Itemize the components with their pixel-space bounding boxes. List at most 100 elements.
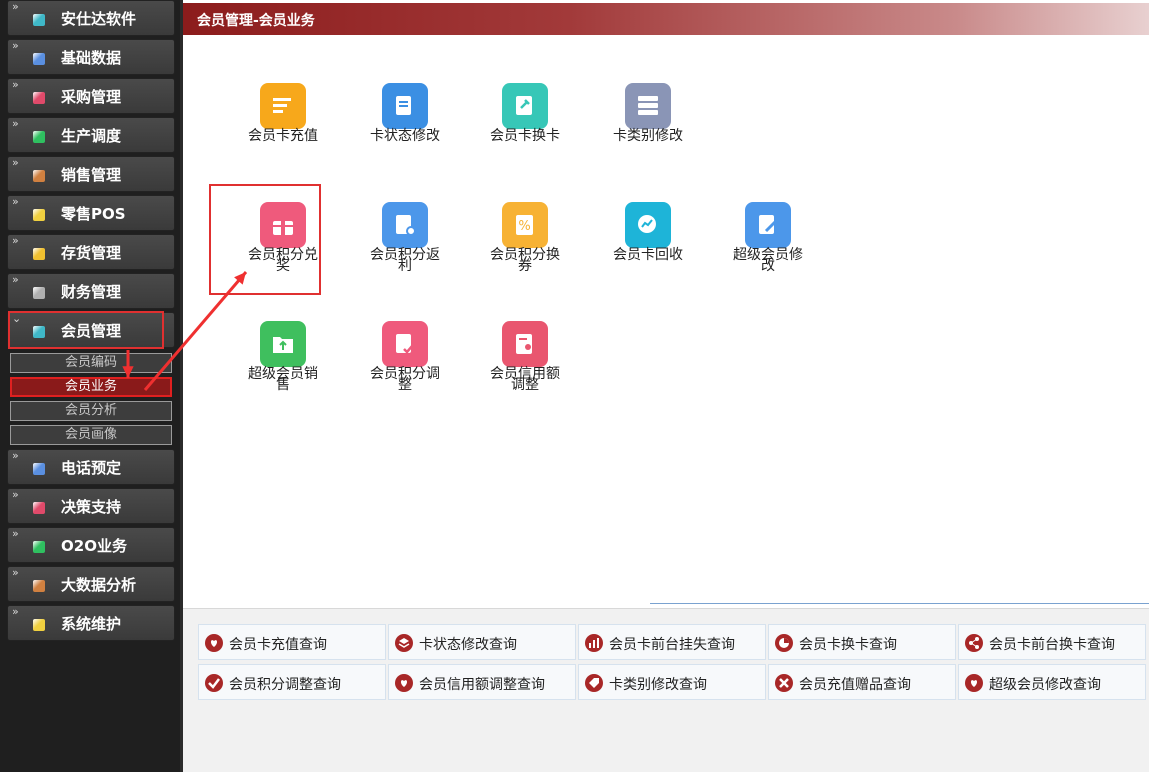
tile-label: 会员卡充值 (248, 128, 318, 144)
tile-label: 超级会员销售 (248, 366, 318, 393)
sidebar-item-label: O2O业务 (61, 537, 127, 555)
chevron-right-icon: » (12, 234, 19, 247)
production-icon (33, 131, 45, 143)
query-button-label: 超级会员修改查询 (989, 677, 1101, 693)
chevron-right-icon: » (12, 488, 19, 501)
submenu-item[interactable]: 会员编码 (10, 353, 172, 373)
folder-up-icon (260, 321, 306, 367)
panel-splitter[interactable] (650, 603, 1149, 608)
chevron-right-icon: » (12, 117, 19, 130)
query-button-label: 会员卡换卡查询 (799, 637, 897, 653)
tile-label: 卡状态修改 (370, 128, 440, 144)
recharge-icon (260, 83, 306, 129)
sidebar-item-label: 系统维护 (61, 615, 122, 633)
query-button[interactable]: 会员卡前台挂失查询 (578, 624, 766, 660)
edit-note-icon (745, 202, 791, 248)
tile-label: 会员积分返利 (370, 247, 440, 274)
edit-doc-icon (382, 83, 428, 129)
pie-icon (775, 634, 793, 652)
sidebar-item-phone[interactable]: » 电话预定 (7, 449, 175, 485)
layers-icon (395, 634, 413, 652)
pos-icon (33, 209, 45, 221)
tag-icon (585, 674, 603, 692)
sidebar-item-bigdata[interactable]: » 大数据分析 (7, 566, 175, 602)
page-title-bar: 会员管理-会员业务 (183, 3, 1149, 35)
app-icon (33, 14, 45, 26)
sidebar-item-o2o[interactable]: » O2O业务 (7, 527, 175, 563)
doc-gear-icon (382, 202, 428, 248)
sidebar-item-pos[interactable]: » 零售POS (7, 195, 175, 231)
tile-label: 会员卡换卡 (490, 128, 560, 144)
query-button[interactable]: 卡类别修改查询 (578, 664, 766, 700)
query-button[interactable]: 会员积分调整查询 (198, 664, 386, 700)
tile-label: 会员积分调整 (370, 366, 440, 393)
submenu-item[interactable]: 会员画像 (10, 425, 172, 445)
sidebar-item-production[interactable]: » 生产调度 (7, 117, 175, 153)
sidebar-item-finance[interactable]: » 财务管理 (7, 273, 175, 309)
chevron-right-icon: » (12, 449, 19, 462)
server-icon (625, 83, 671, 129)
sidebar: » 安仕达软件 » 基础数据 » 采购管理 » 生产调度 » 销售管理 » 零售POS » 存货管理 » 财务… (0, 0, 180, 772)
submenu-item[interactable]: 会员分析 (10, 401, 172, 421)
sidebar-item-label: 财务管理 (61, 283, 122, 301)
tile-label: 超级会员修改 (733, 247, 803, 274)
query-button[interactable]: 会员卡换卡查询 (768, 624, 956, 660)
purchase-icon (33, 92, 45, 104)
sidebar-item-sales[interactable]: » 销售管理 (7, 156, 175, 192)
sidebar-item-inventory[interactable]: » 存货管理 (7, 234, 175, 270)
query-button[interactable]: 卡状态修改查询 (388, 624, 576, 660)
sidebar-item-label: 采购管理 (61, 88, 122, 106)
hearts-icon (395, 674, 413, 692)
sidebar-item-decision[interactable]: » 决策支持 (7, 488, 175, 524)
chevron-right-icon: » (12, 0, 19, 13)
o2o-icon (33, 541, 45, 553)
query-button-label: 会员信用额调整查询 (419, 677, 545, 693)
x-icon (775, 674, 793, 692)
sidebar-item-label: 存货管理 (61, 244, 122, 262)
doc-check-icon (382, 321, 428, 367)
tile-label: 会员积分换券 (490, 247, 560, 274)
query-button[interactable]: 超级会员修改查询 (958, 664, 1146, 700)
chevron-right-icon: » (12, 273, 19, 286)
sidebar-item-label: 销售管理 (61, 166, 122, 184)
settings-icon (33, 619, 45, 631)
sidebar-item-label: 电话预定 (61, 459, 122, 477)
chart-search-icon (625, 202, 671, 248)
tile-label: 卡类别修改 (613, 128, 683, 144)
sidebar-item-database[interactable]: » 基础数据 (7, 39, 175, 75)
bars-icon (585, 634, 603, 652)
hearts-icon (965, 674, 983, 692)
hearts-icon (205, 634, 223, 652)
doc-user-icon (502, 321, 548, 367)
main-panel: 会员管理-会员业务 会员卡充值 卡状态修改 会员卡换卡 卡类别修改 会员积分兑奖 会员积分… (183, 0, 1149, 772)
decision-icon (33, 502, 45, 514)
query-button-label: 卡类别修改查询 (609, 677, 707, 693)
chevron-right-icon: » (12, 78, 19, 91)
sidebar-item-label: 基础数据 (61, 49, 122, 67)
sidebar-item-label: 零售POS (61, 205, 126, 223)
chevron-right-icon: » (12, 527, 19, 540)
phone-icon (33, 463, 45, 475)
chevron-right-icon: » (12, 605, 19, 618)
percent-icon: % (502, 202, 548, 248)
chevron-right-icon: » (12, 39, 19, 52)
query-button[interactable]: 会员卡前台换卡查询 (958, 624, 1146, 660)
sidebar-item-settings[interactable]: » 系统维护 (7, 605, 175, 641)
sidebar-item-label: 决策支持 (61, 498, 122, 516)
query-button-label: 会员卡充值查询 (229, 637, 327, 653)
sidebar-item-app[interactable]: » 安仕达软件 (7, 0, 175, 36)
query-button[interactable]: 会员卡充值查询 (198, 624, 386, 660)
chevron-right-icon: » (12, 195, 19, 208)
sidebar-item-purchase[interactable]: » 采购管理 (7, 78, 175, 114)
network-icon (965, 634, 983, 652)
query-button[interactable]: 会员充值赠品查询 (768, 664, 956, 700)
query-button-label: 会员卡前台换卡查询 (989, 637, 1115, 653)
submenu-item[interactable]: 会员业务 (10, 377, 172, 397)
query-button-label: 会员卡前台挂失查询 (609, 637, 735, 653)
finance-icon (33, 287, 45, 299)
page-title: 会员管理-会员业务 (197, 13, 315, 29)
sales-icon (33, 170, 45, 182)
query-button[interactable]: 会员信用额调整查询 (388, 664, 576, 700)
bigdata-icon (33, 580, 45, 592)
sidebar-item-label: 生产调度 (61, 127, 122, 145)
